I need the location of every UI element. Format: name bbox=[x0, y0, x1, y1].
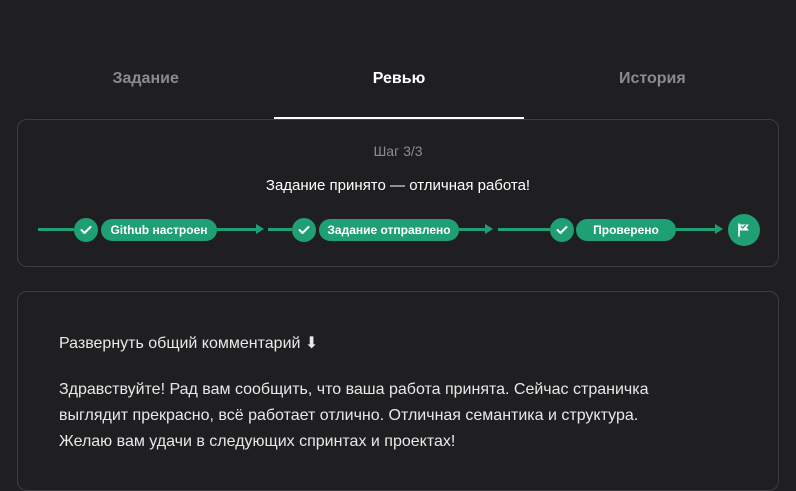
review-progress-card: Шаг 3/3 Задание принято — отличная работ… bbox=[17, 119, 779, 267]
comment-line: Желаю вам удачи в следующих спринтах и п… bbox=[59, 433, 456, 450]
comment-line: Здравствуйте! Рад вам сообщить, что ваша… bbox=[59, 381, 649, 398]
step-3-label: Проверено bbox=[576, 219, 676, 241]
tab-review-label: Ревью bbox=[372, 70, 426, 87]
comment-line: выглядит прекрасно, всё работает отлично… bbox=[59, 407, 639, 424]
arrow-right-icon bbox=[256, 224, 264, 234]
expand-comment-toggle[interactable]: Развернуть общий комментарий ⬇ bbox=[59, 333, 318, 353]
step-3-check-icon bbox=[550, 218, 574, 242]
tab-task-label: Задание bbox=[112, 70, 179, 87]
step-2-check-icon bbox=[292, 218, 316, 242]
step-counter: Шаг 3/3 bbox=[373, 143, 423, 159]
step-1-label: Github настроен bbox=[101, 219, 217, 241]
progress-connector bbox=[217, 228, 257, 231]
tab-task[interactable]: Задание bbox=[19, 56, 272, 118]
flag-icon bbox=[728, 214, 760, 246]
progress-connector bbox=[38, 228, 74, 231]
progress-connector bbox=[498, 228, 550, 231]
review-tabs: Задание Ревью История bbox=[19, 56, 779, 119]
comment-text: Здравствуйте! Рад вам сообщить, что ваша… bbox=[59, 377, 749, 455]
step-1-check-icon bbox=[74, 218, 98, 242]
progress-connector bbox=[676, 228, 716, 231]
step-2-label: Задание отправлено bbox=[319, 219, 459, 241]
progress-connector bbox=[268, 228, 292, 231]
progress-connector bbox=[459, 228, 485, 231]
arrow-right-icon bbox=[485, 224, 493, 234]
tab-review[interactable]: Ревью bbox=[272, 56, 525, 119]
review-comment-card: Развернуть общий комментарий ⬇ Здравству… bbox=[17, 291, 779, 491]
arrow-right-icon bbox=[715, 224, 723, 234]
progress-track: Github настроен Задание отправлено Прове… bbox=[18, 214, 778, 246]
review-status-text: Задание принято — отличная работа! bbox=[265, 177, 531, 194]
tab-history[interactable]: История bbox=[526, 56, 779, 118]
tab-history-label: История bbox=[618, 70, 686, 87]
